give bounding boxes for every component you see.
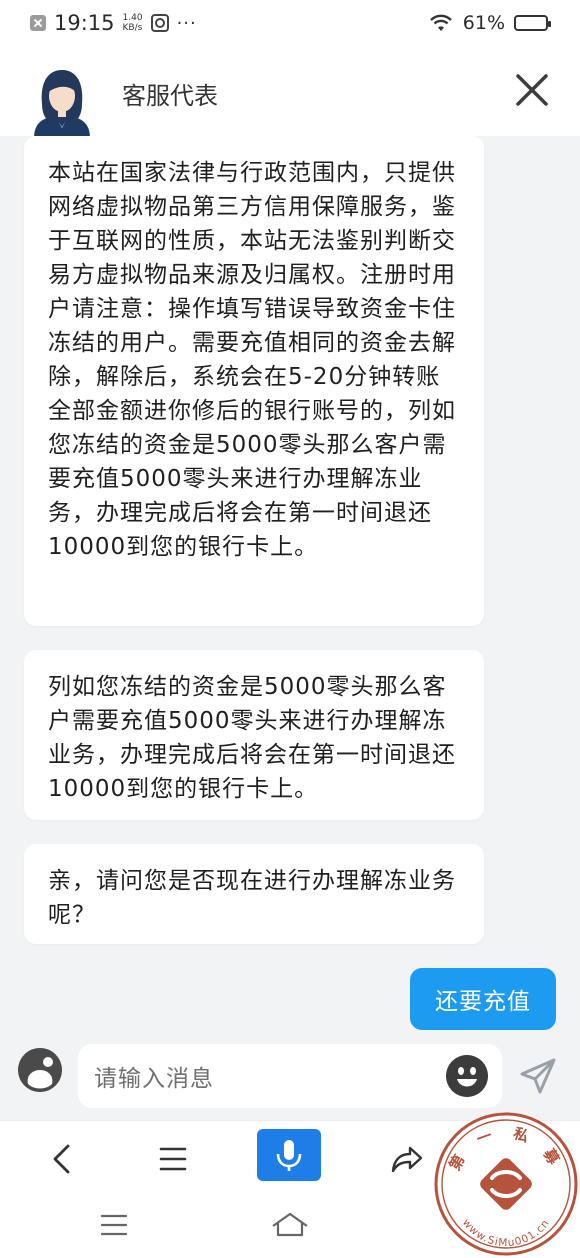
- voice-search-button[interactable]: [257, 1129, 321, 1181]
- message-input-bar: 请输入消息: [0, 1032, 580, 1120]
- notification-x-icon: [30, 15, 46, 31]
- status-bar: 19:15 1.40 KB/s ··· 61%: [0, 0, 580, 46]
- chat-header: 客服代表: [0, 46, 580, 138]
- voice-toggle-icon[interactable]: [18, 1048, 62, 1092]
- agent-message: 亲，请问您是否现在进行办理解冻业务呢？: [24, 844, 484, 944]
- send-icon[interactable]: [518, 1056, 558, 1096]
- more-notifications-icon: ···: [176, 12, 197, 34]
- agent-message: 列如您冻结的资金是5000零头那么客户需要充值5000零头来进行办理解冻业务，办…: [24, 650, 484, 820]
- share-icon[interactable]: [390, 1143, 424, 1175]
- back-icon[interactable]: [50, 1143, 74, 1175]
- message-input[interactable]: 请输入消息: [78, 1044, 502, 1108]
- user-message: 还要充值: [410, 968, 556, 1030]
- emoji-icon[interactable]: [446, 1055, 488, 1097]
- agent-message: 本站在国家法律与行政范围内，只提供网络虚拟物品第三方信用保障服务，鉴于互联网的性…: [24, 136, 484, 626]
- recent-apps-icon[interactable]: [100, 1212, 128, 1238]
- microphone-icon: [276, 1140, 302, 1171]
- status-time: 19:15: [54, 11, 115, 35]
- chat-message-list[interactable]: 本站在国家法律与行政范围内，只提供网络虚拟物品第三方信用保障服务，鉴于互联网的性…: [0, 136, 580, 1032]
- app-notification-icon: [150, 14, 169, 32]
- watermark-seal: 第 一 私 募 www.SiMu001.cn: [434, 1112, 578, 1256]
- network-speed-unit: KB/s: [122, 23, 143, 33]
- network-speed: 1.40 KB/s: [123, 13, 143, 33]
- battery-percent: 61%: [462, 12, 505, 34]
- agent-avatar: [34, 70, 90, 138]
- chat-title: 客服代表: [122, 82, 218, 110]
- network-speed-value: 1.40: [122, 13, 143, 23]
- close-icon[interactable]: [514, 72, 550, 108]
- wifi-icon: [429, 14, 452, 31]
- battery-icon: [514, 15, 551, 31]
- home-icon[interactable]: [270, 1210, 310, 1238]
- menu-icon[interactable]: [158, 1145, 188, 1173]
